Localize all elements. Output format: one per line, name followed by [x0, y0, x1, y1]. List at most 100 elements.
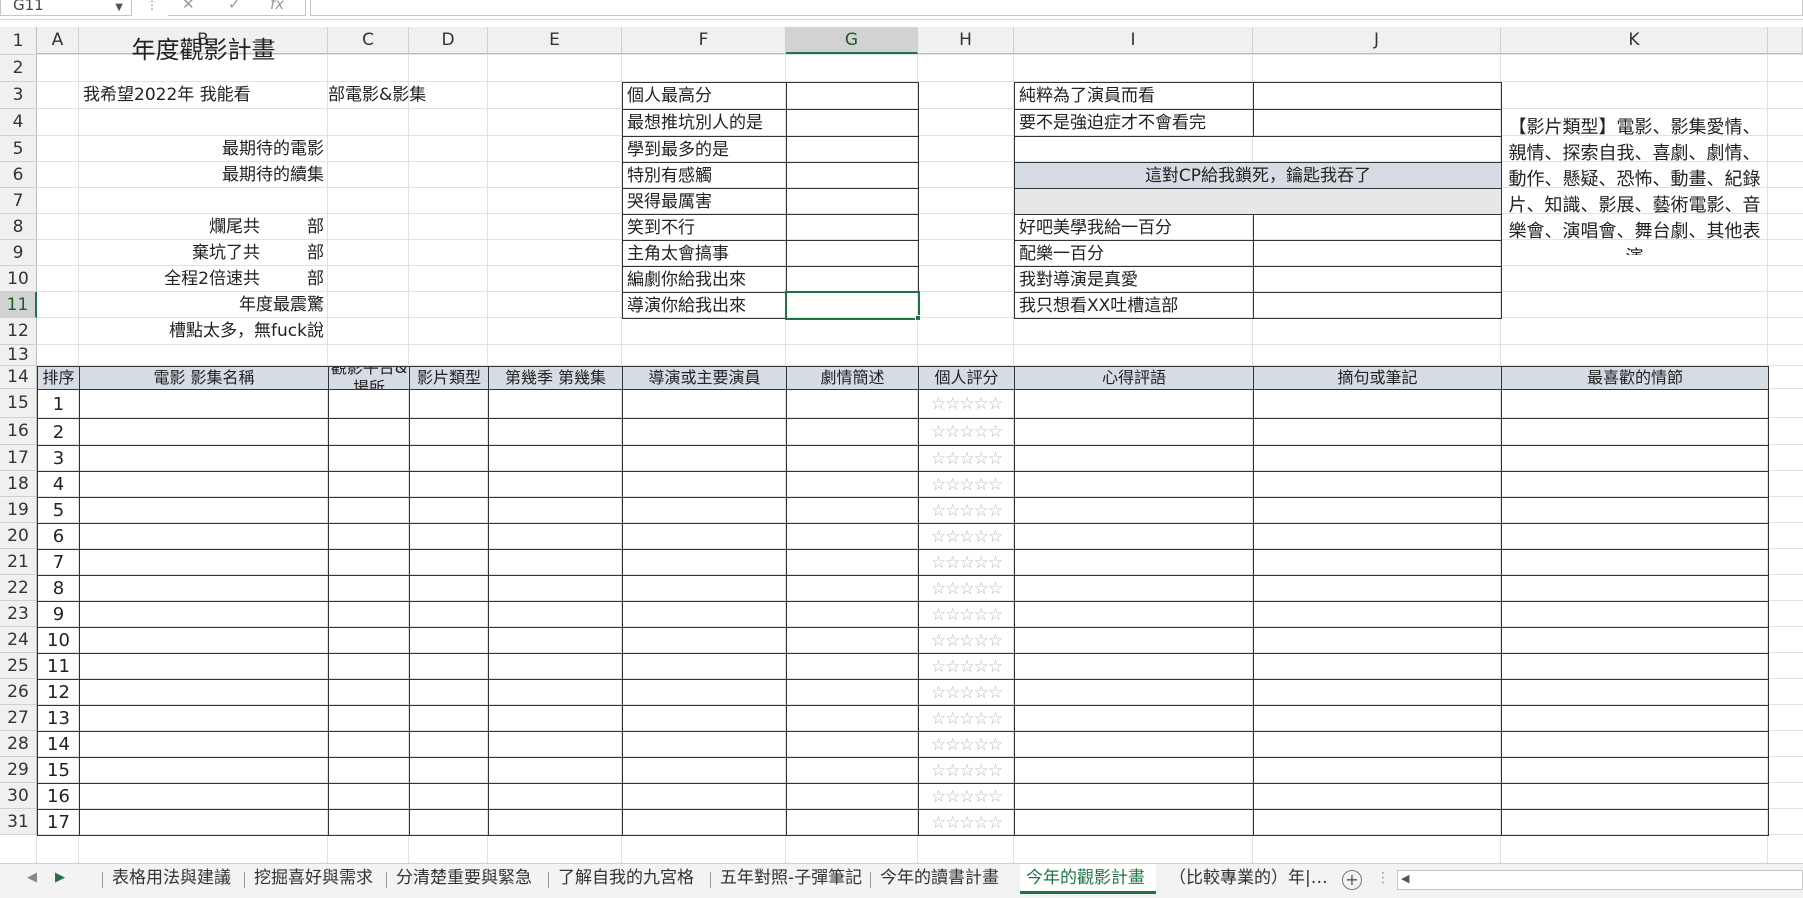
table-cell[interactable]: [488, 389, 623, 419]
award-value[interactable]: [786, 109, 919, 137]
row-header-26[interactable]: 26: [0, 679, 37, 705]
award-value[interactable]: [1253, 266, 1502, 293]
table-cell[interactable]: [79, 757, 329, 784]
table-cell[interactable]: [488, 627, 623, 654]
table-cell[interactable]: [1501, 523, 1769, 550]
table-cell[interactable]: [488, 809, 623, 836]
rating-stars[interactable]: ☆☆☆☆☆: [918, 757, 1015, 784]
award-value[interactable]: [1253, 292, 1502, 319]
horizontal-scrollbar[interactable]: ◀: [1397, 870, 1803, 890]
table-cell[interactable]: [1014, 418, 1254, 446]
table-cell[interactable]: [79, 705, 329, 732]
table-cell[interactable]: [786, 809, 919, 836]
table-cell[interactable]: [488, 523, 623, 550]
table-cell[interactable]: [786, 601, 919, 628]
table-cell[interactable]: [488, 679, 623, 706]
table-cell[interactable]: [1014, 389, 1254, 419]
award-value[interactable]: [786, 162, 919, 189]
table-cell[interactable]: [1253, 389, 1502, 419]
table-cell[interactable]: [409, 705, 489, 732]
formula-input[interactable]: [310, 0, 1803, 16]
table-cell[interactable]: [79, 601, 329, 628]
table-cell[interactable]: [1501, 627, 1769, 654]
table-cell[interactable]: [328, 445, 410, 472]
table-cell[interactable]: [328, 731, 410, 758]
rating-stars[interactable]: ☆☆☆☆☆: [918, 523, 1015, 550]
column-header-e[interactable]: E: [488, 27, 622, 54]
table-cell[interactable]: [1014, 783, 1254, 810]
award-value[interactable]: [1253, 82, 1502, 110]
table-cell[interactable]: [488, 418, 623, 446]
award-value[interactable]: [786, 214, 919, 241]
sheet-tab[interactable]: 挖掘喜好與需求: [248, 864, 380, 894]
table-cell[interactable]: [488, 445, 623, 472]
table-cell[interactable]: [328, 575, 410, 602]
row-header-31[interactable]: 31: [0, 809, 37, 835]
row-header-4[interactable]: 4: [0, 109, 37, 136]
row-header-12[interactable]: 12: [0, 318, 37, 345]
table-cell[interactable]: [1014, 445, 1254, 472]
table-cell[interactable]: [79, 809, 329, 836]
table-cell[interactable]: [409, 497, 489, 524]
table-cell[interactable]: [79, 389, 329, 419]
table-cell[interactable]: [409, 757, 489, 784]
name-box[interactable]: G11 ▼: [0, 0, 132, 16]
rating-stars[interactable]: ☆☆☆☆☆: [918, 809, 1015, 836]
sheet-tab[interactable]: （比較專業的）年|…: [1163, 864, 1328, 894]
table-cell[interactable]: [1014, 731, 1254, 758]
table-cell[interactable]: [328, 497, 410, 524]
table-cell[interactable]: [79, 418, 329, 446]
award-value[interactable]: [1253, 109, 1502, 137]
table-cell[interactable]: [786, 679, 919, 706]
rating-stars[interactable]: ☆☆☆☆☆: [918, 497, 1015, 524]
rating-stars[interactable]: ☆☆☆☆☆: [918, 731, 1015, 758]
table-cell[interactable]: [786, 757, 919, 784]
rating-stars[interactable]: ☆☆☆☆☆: [918, 549, 1015, 576]
sheet-tab[interactable]: 分清楚重要與緊急: [390, 864, 542, 894]
table-cell[interactable]: [786, 497, 919, 524]
table-cell[interactable]: [79, 497, 329, 524]
row-header-3[interactable]: 3: [0, 82, 37, 109]
row-header-29[interactable]: 29: [0, 757, 37, 783]
table-cell[interactable]: [79, 679, 329, 706]
rating-stars[interactable]: ☆☆☆☆☆: [918, 679, 1015, 706]
award-value[interactable]: [1253, 214, 1502, 241]
table-cell[interactable]: [1253, 445, 1502, 472]
table-cell[interactable]: [488, 731, 623, 758]
rating-stars[interactable]: ☆☆☆☆☆: [918, 445, 1015, 472]
function-icon[interactable]: fx: [270, 0, 284, 13]
table-cell[interactable]: [488, 783, 623, 810]
table-cell[interactable]: [622, 783, 787, 810]
table-cell[interactable]: [328, 549, 410, 576]
table-cell[interactable]: [1501, 497, 1769, 524]
row-header-23[interactable]: 23: [0, 601, 37, 627]
table-cell[interactable]: [1501, 653, 1769, 680]
table-cell[interactable]: [328, 601, 410, 628]
table-cell[interactable]: [1501, 575, 1769, 602]
table-cell[interactable]: [622, 445, 787, 472]
table-cell[interactable]: [1501, 601, 1769, 628]
table-cell[interactable]: [79, 783, 329, 810]
table-cell[interactable]: [1501, 731, 1769, 758]
table-cell[interactable]: [328, 679, 410, 706]
more-vertical-icon[interactable]: ⋮: [146, 0, 158, 12]
table-cell[interactable]: [409, 575, 489, 602]
table-cell[interactable]: [1501, 389, 1769, 419]
table-cell[interactable]: [786, 445, 919, 472]
table-cell[interactable]: [79, 731, 329, 758]
sheet-tab[interactable]: 五年對照-子彈筆記: [714, 864, 864, 894]
award-value[interactable]: [786, 266, 919, 293]
table-cell[interactable]: [328, 627, 410, 654]
table-cell[interactable]: [1253, 523, 1502, 550]
table-cell[interactable]: [622, 809, 787, 836]
table-cell[interactable]: [1014, 653, 1254, 680]
row-header-11[interactable]: 11: [0, 292, 37, 318]
rating-stars[interactable]: ☆☆☆☆☆: [918, 418, 1015, 446]
table-cell[interactable]: [1501, 418, 1769, 446]
table-cell[interactable]: [1253, 757, 1502, 784]
award-value[interactable]: [786, 240, 919, 267]
sheet-tab[interactable]: 今年的觀影計畫: [1020, 864, 1156, 894]
table-cell[interactable]: [79, 471, 329, 498]
row-header-24[interactable]: 24: [0, 627, 37, 653]
table-cell[interactable]: [488, 497, 623, 524]
